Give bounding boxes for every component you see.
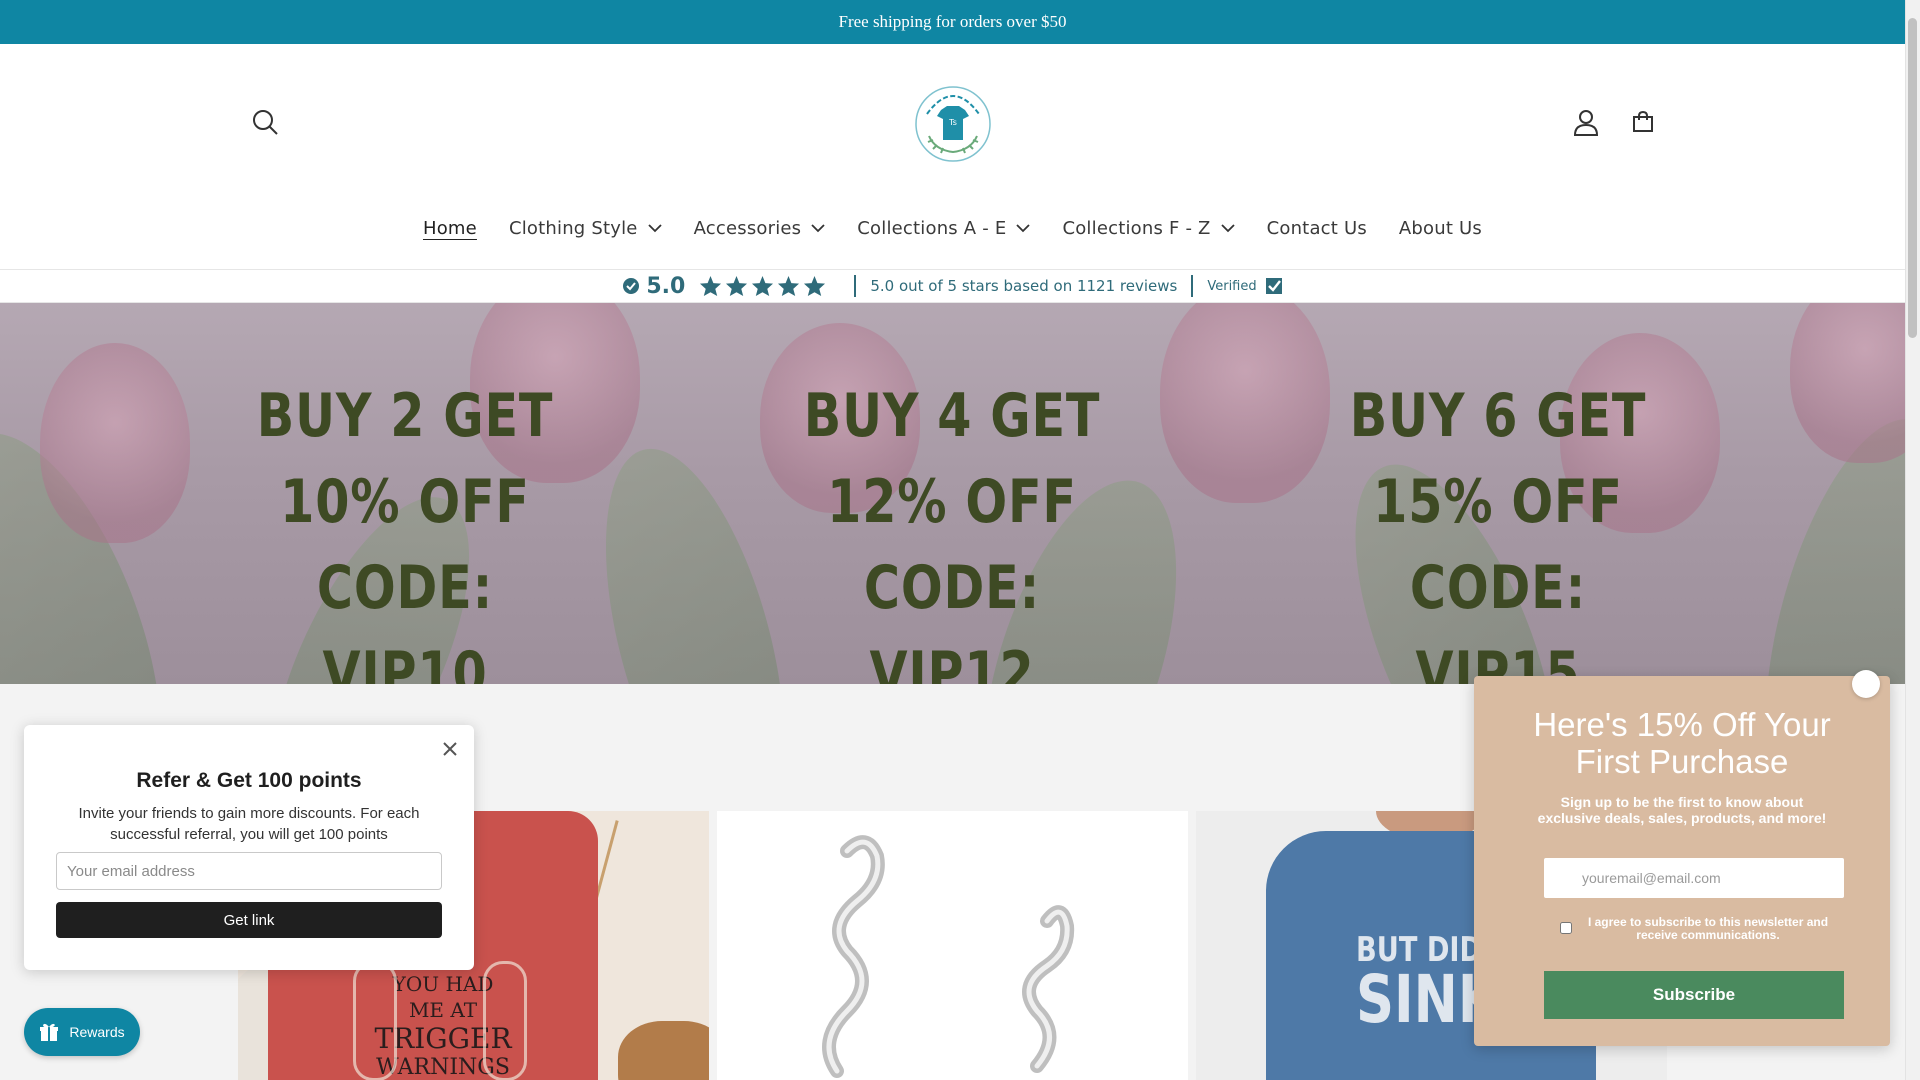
product-card-2[interactable] — [717, 811, 1188, 1080]
reviews-bar[interactable]: 5.0 5.0 out of 5 stars based on 1121 rev… — [0, 270, 1905, 303]
star-icon — [804, 275, 826, 297]
cart-icon[interactable] — [1627, 106, 1659, 138]
star-icon — [752, 275, 774, 297]
rating-value: 5.0 — [646, 273, 686, 299]
chevron-down-icon — [1016, 223, 1031, 232]
newsletter-popup: Here's 15% Off Your First Purchase Sign … — [1474, 670, 1890, 1046]
star-icon — [726, 275, 748, 297]
nav-item-accessories[interactable]: Accessories — [678, 208, 842, 248]
nav-item-clothing-style[interactable]: Clothing Style — [493, 208, 678, 248]
star-icon — [778, 275, 800, 297]
newsletter-email-input[interactable] — [1544, 858, 1844, 898]
newsletter-title: Here's 15% Off Your First Purchase — [1533, 706, 1831, 780]
product-image — [822, 835, 1075, 1078]
divider — [854, 275, 857, 297]
search-icon[interactable] — [249, 106, 281, 138]
divider — [1191, 275, 1194, 297]
site-header: Ts Home Clothing Style Accessories Colle… — [0, 44, 1905, 270]
subscribe-button[interactable]: Subscribe — [1544, 971, 1844, 1019]
announcement-text: Free shipping for orders over $50 — [838, 12, 1067, 31]
account-icon[interactable] — [1570, 106, 1602, 138]
main-nav: Home Clothing Style Accessories Collecti… — [0, 208, 1905, 248]
banner-tulip — [40, 343, 190, 543]
rewards-button[interactable]: Rewards — [24, 1008, 140, 1056]
scrollbar-thumb[interactable] — [1908, 18, 1917, 338]
chevron-down-icon — [647, 223, 662, 232]
nav-item-home[interactable]: Home — [407, 208, 493, 248]
nav-item-about-us[interactable]: About Us — [1383, 208, 1498, 248]
newsletter-consent[interactable]: I agree to subscribe to this newsletter … — [1560, 916, 1830, 942]
store-logo[interactable]: Ts — [913, 84, 993, 164]
consent-checkbox[interactable] — [1560, 922, 1572, 934]
chevron-down-icon — [1220, 223, 1235, 232]
close-icon[interactable] — [1852, 670, 1880, 698]
promo-block-1: BUY 2 GET 10% OFF CODE: VIP10 — [256, 381, 554, 684]
check-circle-icon — [623, 278, 640, 294]
star-icon — [700, 275, 722, 297]
svg-text:Ts: Ts — [948, 118, 957, 127]
announcement-bar: Free shipping for orders over $50 — [0, 0, 1905, 44]
banner-tulip — [1790, 303, 1905, 463]
nav-item-collections-a-e[interactable]: Collections A - E — [841, 208, 1046, 248]
consent-label: I agree to subscribe to this newsletter … — [1587, 915, 1829, 942]
gift-icon — [40, 1023, 59, 1041]
reviews-summary: 5.0 out of 5 stars based on 1121 reviews — [870, 277, 1178, 295]
promo-block-2: BUY 4 GET 12% OFF CODE: VIP12 — [803, 381, 1101, 684]
referral-body: Invite your friends to gain more discoun… — [78, 805, 420, 843]
verified-label: Verified — [1207, 278, 1257, 294]
referral-email-input[interactable] — [56, 852, 442, 890]
nav-item-contact-us[interactable]: Contact Us — [1251, 208, 1383, 248]
chevron-down-icon — [811, 223, 825, 232]
star-rating — [699, 275, 826, 297]
newsletter-body: Sign up to be the first to know about ex… — [1537, 794, 1827, 826]
promo-banner[interactable]: BUY 2 GET 10% OFF CODE: VIP10 BUY 4 GET … — [0, 303, 1905, 684]
get-link-button[interactable]: Get link — [56, 902, 442, 938]
nav-item-collections-f-z[interactable]: Collections F - Z — [1046, 208, 1250, 248]
referral-popup: Refer & Get 100 points Invite your frien… — [24, 725, 474, 970]
promo-block-3: BUY 6 GET 15% OFF CODE: VIP15 — [1349, 381, 1647, 684]
rewards-label: Rewards — [69, 1024, 125, 1040]
verified-check-icon — [1265, 278, 1282, 294]
referral-title: Refer & Get 100 points — [136, 769, 362, 792]
close-icon[interactable] — [440, 739, 460, 759]
